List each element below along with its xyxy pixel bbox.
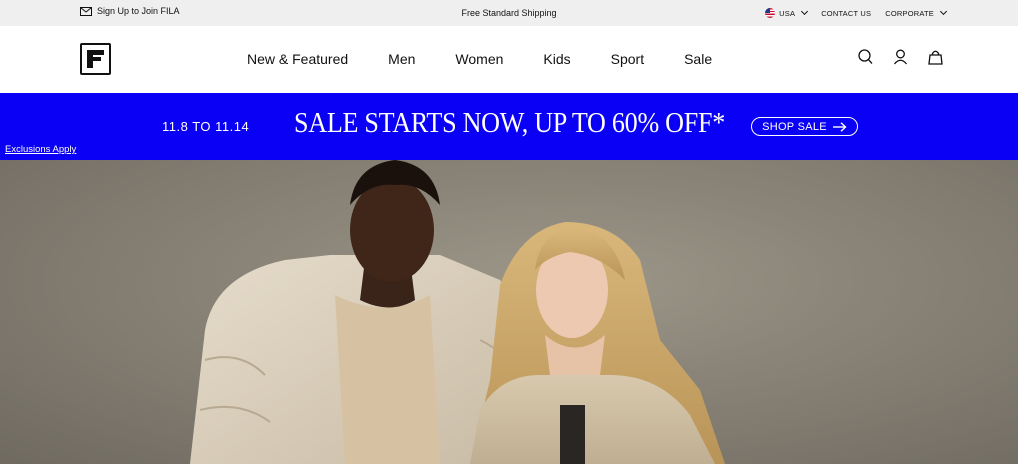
shop-sale-button[interactable]: SHOP SALE bbox=[751, 117, 858, 136]
model-woman bbox=[470, 222, 725, 464]
nav-men[interactable]: Men bbox=[388, 51, 415, 67]
chevron-down-icon bbox=[801, 7, 809, 16]
bag-icon[interactable] bbox=[928, 49, 943, 65]
signup-text: Sign Up to Join FILA bbox=[97, 6, 180, 16]
search-icon[interactable] bbox=[858, 49, 873, 65]
promo-dates: 11.8 TO 11.14 bbox=[162, 119, 250, 134]
arrow-right-icon bbox=[832, 121, 847, 132]
corporate-label: CORPORATE bbox=[885, 8, 934, 18]
promo-banner[interactable]: 11.8 TO 11.14 SALE STARTS NOW, UP TO 60%… bbox=[0, 93, 1018, 160]
country-selector[interactable]: USA bbox=[765, 7, 809, 18]
fila-f-logo-icon[interactable] bbox=[80, 43, 111, 75]
nav-sale[interactable]: Sale bbox=[684, 51, 712, 67]
chevron-down-icon bbox=[939, 7, 948, 16]
corporate-menu[interactable]: CORPORATE bbox=[885, 7, 948, 18]
nav-sport[interactable]: Sport bbox=[611, 51, 644, 67]
exclusions-link[interactable]: Exclusions Apply bbox=[5, 144, 76, 155]
nav-women[interactable]: Women bbox=[455, 51, 503, 67]
utility-bar: Sign Up to Join FILA Free Standard Shipp… bbox=[0, 0, 1018, 26]
account-icon[interactable] bbox=[893, 49, 908, 65]
main-nav: New & Featured Men Women Kids Sport Sale bbox=[247, 51, 712, 67]
model-man bbox=[190, 160, 521, 464]
main-header: New & Featured Men Women Kids Sport Sale bbox=[0, 26, 1018, 93]
shop-sale-label: SHOP SALE bbox=[762, 120, 827, 133]
us-flag-icon bbox=[765, 8, 776, 18]
mail-icon bbox=[80, 6, 92, 16]
nav-kids[interactable]: Kids bbox=[543, 51, 570, 67]
country-label: USA bbox=[779, 8, 796, 18]
contact-label: CONTACT US bbox=[821, 8, 872, 18]
promo-headline: SALE STARTS NOW, UP TO 60% OFF* bbox=[294, 107, 726, 139]
nav-new-featured[interactable]: New & Featured bbox=[247, 51, 348, 67]
contact-us-link[interactable]: CONTACT US bbox=[821, 9, 871, 18]
signup-link[interactable]: Sign Up to Join FILA bbox=[80, 6, 180, 16]
hero-image[interactable] bbox=[0, 160, 1018, 464]
